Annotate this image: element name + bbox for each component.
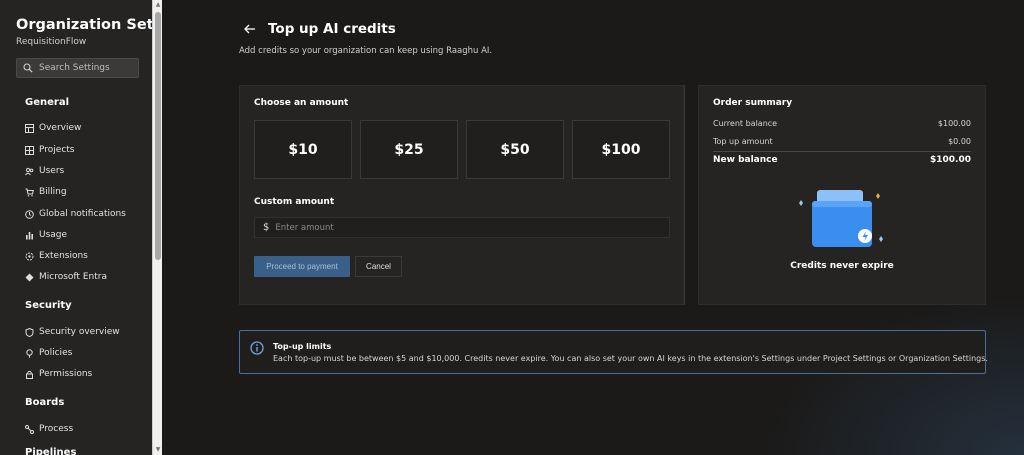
search-placeholder: Search Settings xyxy=(39,63,110,73)
org-title: Organization Settin... xyxy=(16,17,152,33)
custom-amount-input[interactable] xyxy=(275,222,656,233)
sidebar-item-security-overview[interactable]: Security overview xyxy=(25,325,120,339)
new-balance-value: $100.00 xyxy=(930,155,971,165)
order-summary-heading: Order summary xyxy=(713,98,793,108)
scroll-up-icon[interactable]: ▲ xyxy=(154,1,162,9)
sidebar-item-label: Policies xyxy=(39,348,73,358)
sidebar-item-overview[interactable]: Overview xyxy=(25,121,81,135)
page-description: Add credits so your organization can kee… xyxy=(239,46,493,56)
panel-divider xyxy=(684,85,685,305)
wallet-icon xyxy=(799,190,883,247)
custom-amount-field[interactable]: $ xyxy=(254,217,670,238)
sidebar-item-label: Security overview xyxy=(39,327,120,337)
sidebar-item-label: Microsoft Entra xyxy=(39,272,107,282)
amount-option-25[interactable]: $25 xyxy=(360,120,458,179)
back-arrow-icon[interactable] xyxy=(243,22,257,36)
sidebar-item-extensions[interactable]: Extensions xyxy=(25,249,88,263)
currency-symbol: $ xyxy=(263,222,270,233)
section-boards: Boards xyxy=(25,397,65,408)
scroll-down-icon[interactable]: ▼ xyxy=(154,446,162,454)
sidebar-item-policies[interactable]: Policies xyxy=(25,346,72,360)
current-balance-row: Current balance $100.00 xyxy=(713,119,971,128)
extensions-icon xyxy=(25,252,34,260)
top-up-amount-label: Top up amount xyxy=(713,137,773,146)
sidebar-item-label: Extensions xyxy=(39,251,88,261)
info-icon xyxy=(250,341,264,355)
users-icon xyxy=(25,167,34,175)
sidebar-item-label: Global notifications xyxy=(39,209,126,219)
cart-icon xyxy=(25,188,34,196)
sidebar-item-projects[interactable]: Projects xyxy=(25,143,74,157)
custom-amount-label: Custom amount xyxy=(254,197,335,207)
sidebar-item-label: Permissions xyxy=(39,369,93,379)
new-balance-row: New balance $100.00 xyxy=(713,155,971,165)
section-security: Security xyxy=(25,300,72,311)
sidebar-item-microsoft-entra[interactable]: Microsoft Entra xyxy=(25,270,107,284)
process-icon xyxy=(25,424,34,434)
projects-icon xyxy=(25,145,34,155)
amount-option-50[interactable]: $50 xyxy=(466,120,564,179)
section-general: General xyxy=(25,97,69,108)
entra-icon xyxy=(25,273,34,281)
shield-icon xyxy=(25,327,34,337)
page-title: Top up AI credits xyxy=(268,21,396,37)
summary-divider xyxy=(713,151,971,152)
amount-option-10[interactable]: $10 xyxy=(254,120,352,179)
top-up-amount-value: $0.00 xyxy=(948,137,971,146)
sidebar-item-label: Billing xyxy=(39,187,67,197)
top-up-limits-text: Each top-up must be between $5 and $10,0… xyxy=(273,354,988,363)
sidebar-item-usage[interactable]: Usage xyxy=(25,228,67,242)
new-balance-label: New balance xyxy=(713,155,778,165)
sidebar-item-label: Overview xyxy=(39,123,82,133)
top-up-limits-title: Top-up limits xyxy=(273,342,332,351)
choose-amount-heading: Choose an amount xyxy=(254,98,349,108)
sidebar: Organization Settin... RequisitionFlow S… xyxy=(0,0,152,455)
sidebar-scrollbar[interactable]: ▲ ▼ xyxy=(152,0,162,455)
sidebar-item-billing[interactable]: Billing xyxy=(25,185,67,199)
sidebar-item-permissions[interactable]: Permissions xyxy=(25,367,92,381)
sidebar-item-global-notifications[interactable]: Global notifications xyxy=(25,207,126,221)
proceed-to-payment-button[interactable]: Proceed to payment xyxy=(254,256,350,277)
policy-icon xyxy=(26,348,33,358)
amount-option-100[interactable]: $100 xyxy=(572,120,670,179)
scrollbar-thumb[interactable] xyxy=(155,12,161,260)
sidebar-item-label: Users xyxy=(39,166,65,176)
notification-icon xyxy=(25,209,34,219)
org-subtitle: RequisitionFlow xyxy=(16,37,87,47)
usage-icon xyxy=(26,231,33,239)
overview-icon xyxy=(25,123,34,133)
sidebar-item-label: Projects xyxy=(39,145,75,155)
sidebar-item-users[interactable]: Users xyxy=(25,164,64,178)
top-up-amount-row: Top up amount $0.00 xyxy=(713,137,971,146)
lock-icon xyxy=(26,370,33,379)
current-balance-label: Current balance xyxy=(713,119,778,128)
background-glow xyxy=(764,295,1024,455)
sidebar-item-label: Usage xyxy=(39,230,68,240)
search-icon xyxy=(23,63,33,73)
top-up-limits-box xyxy=(239,330,986,374)
sidebar-item-label: Process xyxy=(39,424,74,434)
credits-never-expire: Credits never expire xyxy=(790,261,894,271)
current-balance-value: $100.00 xyxy=(937,119,971,128)
section-pipelines: Pipelines xyxy=(25,447,77,455)
search-settings-input[interactable]: Search Settings xyxy=(16,58,139,78)
sidebar-item-process[interactable]: Process xyxy=(25,422,73,436)
cancel-button[interactable]: Cancel xyxy=(355,256,402,277)
